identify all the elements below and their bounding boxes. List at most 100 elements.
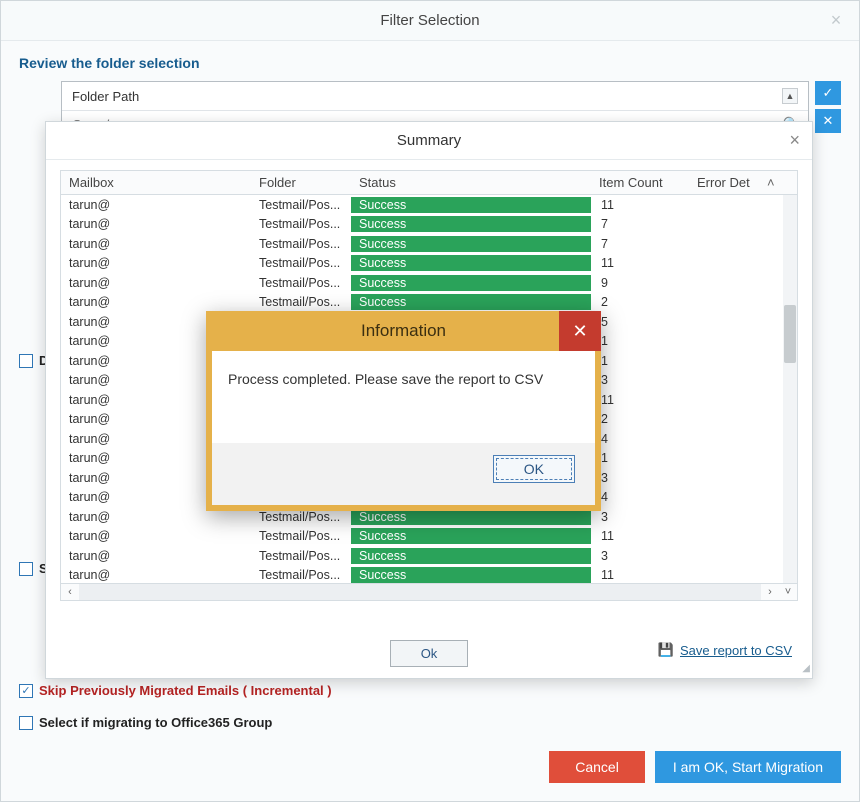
scroll-up-icon[interactable]: ˄ (759, 171, 775, 194)
horizontal-scrollbar[interactable]: ‹ › ˅ (60, 583, 798, 601)
side-buttons: ✓ ✕ (815, 81, 841, 133)
folder-path-header[interactable]: Folder Path ▲ (62, 82, 808, 111)
col-error-details[interactable]: Error Det (689, 171, 759, 194)
summary-ok-button[interactable]: Ok (390, 640, 469, 667)
table-row[interactable]: tarun@Testmail/Pos...Success11 (61, 254, 797, 274)
col-item-count[interactable]: Item Count (591, 171, 689, 194)
cell-error-details (691, 282, 761, 284)
sort-icon[interactable]: ▲ (782, 88, 798, 104)
table-row[interactable]: tarun@Testmail/Pos...Success11 (61, 566, 797, 584)
office365-group-checkbox[interactable]: Select if migrating to Office365 Group (19, 715, 272, 730)
information-dialog: Information ✕ Process completed. Please … (206, 311, 601, 511)
filter-selection-dialog: Filter Selection × Review the folder sel… (0, 0, 860, 802)
cell-error-details (691, 418, 761, 420)
cell-error-details (691, 223, 761, 225)
cell-error-details (691, 399, 761, 401)
cell-folder: Testmail/Pos... (251, 548, 351, 564)
cell-status: Success (351, 275, 591, 291)
close-icon[interactable]: ✕ (559, 311, 601, 351)
cell-folder: Testmail/Pos... (251, 255, 351, 271)
cell-item-count: 7 (593, 236, 691, 252)
cell-error-details (691, 262, 761, 264)
cell-error-details (691, 243, 761, 245)
cell-item-count: 11 (593, 567, 691, 583)
close-icon[interactable]: × (789, 130, 800, 151)
cell-folder: Testmail/Pos... (251, 509, 351, 525)
start-migration-button[interactable]: I am OK, Start Migration (655, 751, 841, 783)
cell-error-details (691, 321, 761, 323)
cell-status: Success (351, 236, 591, 252)
option-s[interactable]: S (19, 561, 48, 576)
close-icon[interactable]: × (827, 11, 845, 29)
bottom-buttons: Cancel I am OK, Start Migration (549, 751, 841, 783)
table-row[interactable]: tarun@Testmail/Pos...Success2 (61, 293, 797, 313)
cell-item-count: 1 (593, 333, 691, 349)
info-ok-button[interactable]: OK (493, 455, 575, 483)
save-report-link-wrap: 💾 Save report to CSV (658, 642, 792, 658)
cell-error-details (691, 555, 761, 557)
vertical-scrollbar-track[interactable] (783, 195, 797, 583)
checkbox-icon[interactable] (19, 562, 33, 576)
checkbox-icon[interactable] (19, 716, 33, 730)
checkbox-icon[interactable] (19, 354, 33, 368)
table-row[interactable]: tarun@Testmail/Pos...Success9 (61, 273, 797, 293)
summary-footer: Ok 💾 Save report to CSV ◢ (46, 628, 812, 678)
cell-status: Success (351, 509, 591, 525)
cell-mailbox: tarun@ (61, 294, 251, 310)
cell-error-details (691, 496, 761, 498)
table-row[interactable]: tarun@Testmail/Pos...Success7 (61, 234, 797, 254)
cell-item-count: 11 (593, 255, 691, 271)
cell-status: Success (351, 294, 591, 310)
cell-error-details (691, 457, 761, 459)
o365-label: Select if migrating to Office365 Group (39, 715, 272, 730)
select-button[interactable]: ✕ (815, 109, 841, 133)
cell-status: Success (351, 255, 591, 271)
skip-previously-migrated-checkbox[interactable]: ✓ Skip Previously Migrated Emails ( Incr… (19, 683, 332, 698)
vertical-scrollbar-thumb[interactable] (784, 305, 796, 363)
col-folder[interactable]: Folder (251, 171, 351, 194)
section-title: Review the folder selection (1, 41, 859, 81)
cell-mailbox: tarun@ (61, 548, 251, 564)
cell-error-details (691, 204, 761, 206)
cell-error-details (691, 379, 761, 381)
save-icon: 💾 (658, 642, 674, 658)
checkbox-icon[interactable]: ✓ (19, 684, 33, 698)
cell-item-count: 1 (593, 353, 691, 369)
scroll-down-icon[interactable]: ˅ (779, 586, 797, 598)
folder-path-label: Folder Path (72, 89, 139, 104)
cell-error-details (691, 360, 761, 362)
cell-item-count: 4 (593, 489, 691, 505)
horizontal-scrollbar-track[interactable] (79, 584, 761, 600)
info-footer: OK (212, 443, 595, 495)
save-report-link[interactable]: Save report to CSV (680, 643, 792, 658)
scroll-right-icon[interactable]: › (761, 586, 779, 598)
cell-item-count: 2 (593, 294, 691, 310)
cell-mailbox: tarun@ (61, 509, 251, 525)
cell-item-count: 3 (593, 372, 691, 388)
cell-item-count: 1 (593, 450, 691, 466)
cell-item-count: 7 (593, 216, 691, 232)
cancel-button[interactable]: Cancel (549, 751, 645, 783)
col-status[interactable]: Status (351, 171, 591, 194)
table-row[interactable]: tarun@Testmail/Pos...Success11 (61, 195, 797, 215)
table-row[interactable]: tarun@Testmail/Pos...Success11 (61, 527, 797, 547)
check-all-button[interactable]: ✓ (815, 81, 841, 105)
col-mailbox[interactable]: Mailbox (61, 171, 251, 194)
scroll-left-icon[interactable]: ‹ (61, 586, 79, 598)
cell-error-details (691, 477, 761, 479)
table-row[interactable]: tarun@Testmail/Pos...Success3 (61, 546, 797, 566)
cell-folder: Testmail/Pos... (251, 567, 351, 583)
table-row[interactable]: tarun@Testmail/Pos...Success7 (61, 215, 797, 235)
cell-mailbox: tarun@ (61, 236, 251, 252)
cell-folder: Testmail/Pos... (251, 528, 351, 544)
summary-header: Summary × (46, 122, 812, 160)
cell-mailbox: tarun@ (61, 255, 251, 271)
option-d[interactable]: D (19, 353, 48, 368)
cell-status: Success (351, 197, 591, 213)
cell-item-count: 3 (593, 548, 691, 564)
summary-title: Summary (397, 132, 461, 149)
cell-mailbox: tarun@ (61, 275, 251, 291)
dialog-header: Filter Selection × (1, 1, 859, 41)
resize-grip-icon[interactable]: ◢ (802, 663, 808, 674)
cell-mailbox: tarun@ (61, 567, 251, 583)
